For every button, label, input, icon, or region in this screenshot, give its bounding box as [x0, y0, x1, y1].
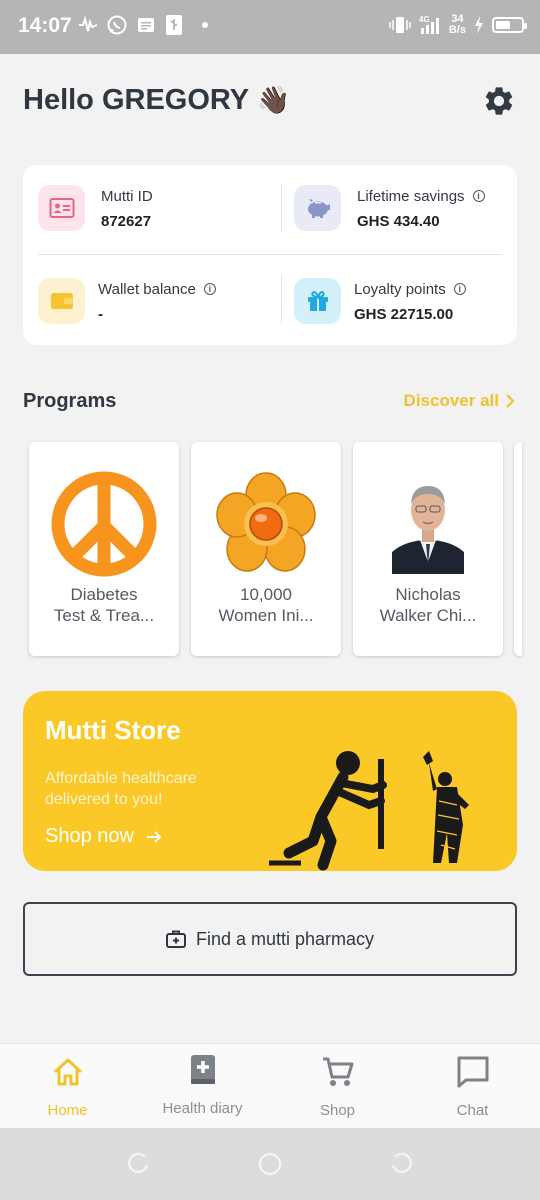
- mutti-id-item: Mutti ID 872627: [38, 185, 278, 245]
- program-label: 10,000 Women Ini...: [218, 585, 314, 625]
- pushing-figures-illustration: [269, 751, 469, 871]
- message-icon: [138, 18, 154, 32]
- battery-icon: [492, 17, 527, 33]
- mutti-id-label: Mutti ID: [101, 188, 153, 205]
- dot-icon: [202, 22, 208, 28]
- wallet-icon: [38, 278, 85, 324]
- id-card-icon: [38, 185, 85, 231]
- status-time: 14:07: [18, 14, 72, 37]
- mutti-store-banner[interactable]: Mutti Store Affordable healthcare delive…: [23, 691, 517, 871]
- recent-apps-icon[interactable]: [125, 1151, 151, 1177]
- chevron-right-icon: [506, 394, 515, 408]
- system-navigation-bar: [0, 1128, 540, 1200]
- home-button-icon[interactable]: [257, 1151, 283, 1177]
- charging-icon: [475, 16, 483, 34]
- back-icon[interactable]: [389, 1151, 415, 1177]
- loyalty-points-item[interactable]: Loyalty points i GHS 22715.00: [294, 278, 534, 338]
- discover-all-link[interactable]: Discover all: [404, 391, 515, 411]
- mutti-id-value: 872627: [101, 213, 152, 230]
- find-pharmacy-button[interactable]: Find a mutti pharmacy: [23, 902, 517, 976]
- shop-now-button[interactable]: Shop now: [45, 825, 162, 848]
- page-title: Hello GREGORY 👋🏿: [23, 84, 290, 117]
- nav-label: Chat: [456, 1102, 489, 1119]
- greeting-text: Hello GREGORY: [23, 84, 249, 116]
- signal-icon: 4G: [419, 15, 439, 34]
- nav-health-diary[interactable]: Health diary: [135, 1044, 270, 1129]
- vibrate-icon: [389, 17, 411, 33]
- program-card[interactable]: 10,000 Women Ini...: [191, 442, 341, 656]
- program-card[interactable]: Nicholas Walker Chi...: [353, 442, 503, 656]
- gear-icon[interactable]: [482, 84, 516, 118]
- nav-label: Shop: [319, 1102, 356, 1119]
- lifetime-savings-label: Lifetime savings i: [357, 188, 485, 205]
- nav-shop[interactable]: Shop: [270, 1044, 405, 1129]
- chat-icon: [457, 1056, 488, 1088]
- wallet-balance-label: Wallet balance i: [98, 281, 216, 298]
- account-summary-card: Mutti ID 872627 Lifetime savings i GHS 43…: [23, 165, 517, 345]
- wallet-balance-item[interactable]: Wallet balance i -: [38, 278, 278, 338]
- cart-icon: [322, 1057, 353, 1086]
- find-pharmacy-label: Find a mutti pharmacy: [195, 928, 375, 949]
- divider: [38, 254, 502, 255]
- info-icon[interactable]: i: [472, 190, 485, 202]
- lifetime-savings-value: GHS 434.40: [357, 213, 440, 230]
- divider: [281, 275, 282, 323]
- shop-now-label: Shop now: [45, 825, 134, 847]
- bottom-navigation: Home Health diary Shop Chat: [0, 1043, 540, 1128]
- battery-level: [496, 21, 510, 29]
- whatsapp-icon: [107, 15, 127, 35]
- lifetime-savings-item[interactable]: Lifetime savings i GHS 434.40: [294, 185, 534, 245]
- store-subtitle: Affordable healthcare delivered to you!: [45, 770, 197, 808]
- store-title: Mutti Store: [45, 715, 181, 745]
- loyalty-points-value: GHS 22715.00: [354, 306, 454, 323]
- notification-icons: [78, 14, 208, 36]
- program-label: Diabetes Test & Trea...: [53, 585, 155, 625]
- usb-icon: [166, 15, 182, 35]
- arrow-right-icon: [146, 830, 162, 843]
- wallet-balance-value: -: [98, 306, 103, 323]
- program-card-partial[interactable]: [514, 442, 522, 656]
- medical-kit-icon: [165, 930, 186, 948]
- orange-flower-image: [191, 470, 341, 578]
- nav-home[interactable]: Home: [0, 1044, 135, 1129]
- medical-book-icon: [190, 1055, 215, 1084]
- nav-chat[interactable]: Chat: [405, 1044, 540, 1129]
- nav-label: Home: [47, 1102, 88, 1119]
- nav-label: Health diary: [162, 1100, 243, 1117]
- info-icon[interactable]: i: [453, 283, 466, 295]
- programs-title: Programs: [23, 390, 117, 412]
- status-bar: 14:07 4G 34 B/s: [0, 0, 540, 54]
- svg-text:4G: 4G: [419, 15, 430, 24]
- program-label: Nicholas Walker Chi...: [379, 585, 477, 625]
- discover-all-label: Discover all: [403, 391, 499, 410]
- network-speed: 34 B/s: [448, 13, 466, 36]
- divider: [281, 183, 282, 231]
- peace-sign-image: [29, 470, 179, 578]
- info-icon[interactable]: i: [203, 283, 216, 295]
- loyalty-points-label: Loyalty points i: [354, 281, 466, 298]
- piggy-bank-icon: [294, 185, 341, 231]
- gift-icon: [294, 278, 341, 324]
- status-right: 4G 34 B/s: [389, 13, 527, 36]
- program-card[interactable]: Diabetes Test & Trea...: [29, 442, 179, 656]
- waving-hand-emoji: 👋🏿: [256, 85, 291, 115]
- signal-wave-icon: [79, 15, 98, 32]
- home-icon: [53, 1058, 82, 1086]
- portrait-photo: [353, 470, 503, 578]
